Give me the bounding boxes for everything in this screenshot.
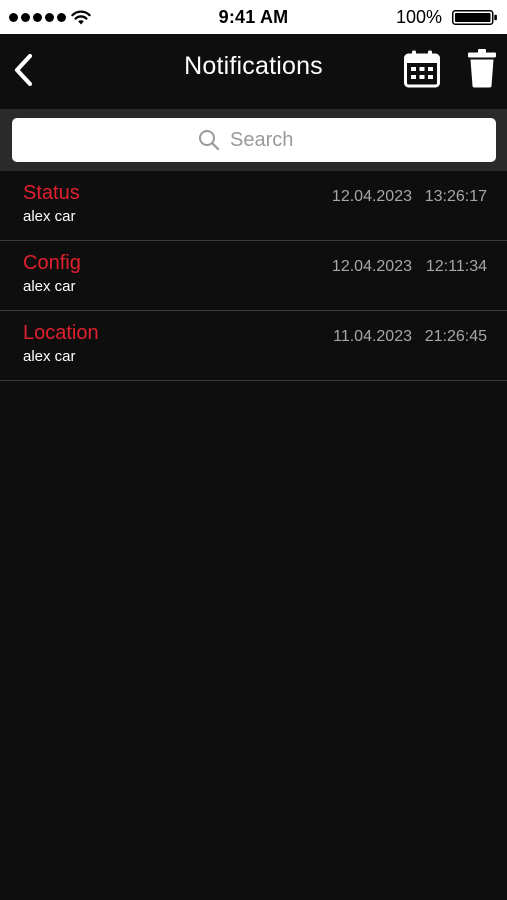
- nav-bar: Notifications: [0, 34, 507, 109]
- notification-title: Location: [23, 322, 99, 344]
- notification-time: 13:26:17: [424, 188, 487, 205]
- calendar-icon[interactable]: [404, 50, 440, 88]
- notification-title: Config: [23, 252, 81, 274]
- battery-icon: [452, 10, 497, 25]
- status-bar: 9:41 AM 100%: [0, 0, 507, 34]
- list-item[interactable]: Status alex car 12.04.2023 13:26:17: [0, 171, 507, 241]
- search-input[interactable]: [230, 128, 310, 152]
- notification-subtitle: alex car: [23, 278, 76, 295]
- trash-icon[interactable]: [467, 48, 497, 88]
- notification-title: Status: [23, 182, 80, 204]
- notification-date: 11.04.2023: [333, 328, 412, 345]
- notification-date: 12.04.2023: [331, 258, 412, 275]
- notification-time: 12:11:34: [425, 258, 487, 275]
- notification-list: Status alex car 12.04.2023 13:26:17 Conf…: [0, 171, 507, 381]
- notification-time: 21:26:45: [424, 328, 487, 345]
- notification-subtitle: alex car: [23, 208, 76, 225]
- battery-percent: 100%: [395, 7, 442, 27]
- notifications-screen: 9:41 AM 100% Notifications Search Status…: [0, 0, 507, 900]
- notification-subtitle: alex car: [23, 348, 76, 365]
- search-bar: [0, 109, 507, 171]
- search-field[interactable]: [12, 118, 496, 162]
- notification-date: 12.04.2023: [331, 188, 412, 205]
- list-item[interactable]: Config alex car 12.04.2023 12:11:34: [0, 241, 507, 311]
- search-icon: [199, 130, 220, 151]
- list-item[interactable]: Location alex car 11.04.2023 21:26:45: [0, 311, 507, 381]
